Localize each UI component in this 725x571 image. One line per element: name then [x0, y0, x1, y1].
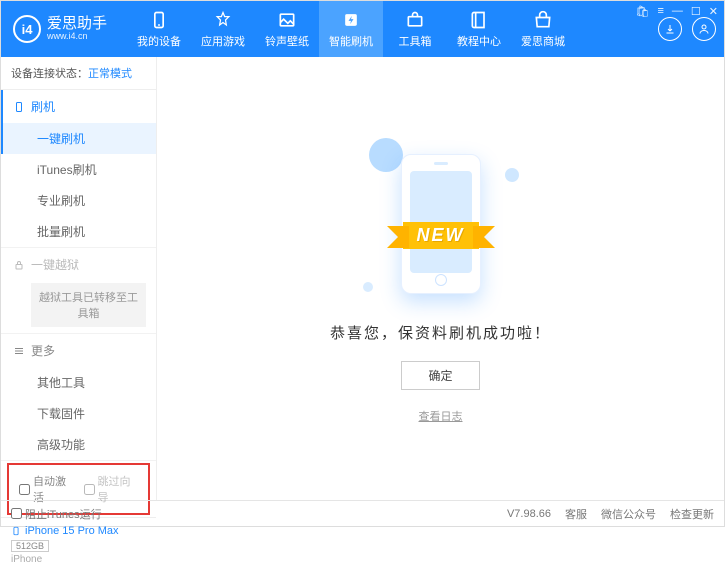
nav-apps[interactable]: 应用游戏 — [191, 1, 255, 57]
sidebar-item-one-click-flash[interactable]: 一键刷机 — [1, 123, 156, 154]
device-icon — [149, 10, 169, 30]
sidebar-item-download-firmware[interactable]: 下载固件 — [1, 398, 156, 429]
logo: i4 爱思助手 www.i4.cn — [13, 15, 107, 43]
footer-link-support[interactable]: 客服 — [565, 506, 587, 522]
sidebar-item-batch-flash[interactable]: 批量刷机 — [1, 216, 156, 247]
connection-status: 设备连接状态：正常模式 — [1, 57, 156, 90]
block-itunes-checkbox[interactable]: 阻止iTunes运行 — [11, 506, 102, 522]
sidebar: 设备连接状态：正常模式 刷机 一键刷机 iTunes刷机 专业刷机 批量刷机 一… — [1, 57, 157, 500]
flash-icon — [341, 10, 361, 30]
sidebar-item-advanced[interactable]: 高级功能 — [1, 429, 156, 460]
toolbox-icon — [405, 10, 425, 30]
section-more[interactable]: 更多 — [1, 334, 156, 367]
nav-flash[interactable]: 智能刷机 — [319, 1, 383, 57]
sidebar-item-itunes-flash[interactable]: iTunes刷机 — [1, 154, 156, 185]
skip-guide-checkbox[interactable]: 跳过向导 — [84, 473, 139, 505]
version-label: V7.98.66 — [507, 508, 551, 520]
book-icon — [469, 10, 489, 30]
device-type: iPhone — [11, 554, 146, 565]
close-icon[interactable]: ✕ — [709, 5, 718, 18]
menu-icon[interactable]: ≡ — [657, 5, 663, 18]
jailbreak-moved-notice[interactable]: 越狱工具已转移至工具箱 — [31, 283, 146, 327]
user-button[interactable] — [692, 17, 716, 41]
lock-icon — [13, 259, 25, 271]
logo-subtitle: www.i4.cn — [47, 32, 107, 42]
logo-icon: i4 — [13, 15, 41, 43]
apps-icon — [213, 10, 233, 30]
app-header: 🛍 ≡ — ☐ ✕ i4 爱思助手 www.i4.cn 我的设备 应用游戏 — [1, 1, 724, 57]
cart-icon[interactable]: 🛍 — [636, 5, 650, 18]
nav-ringtones[interactable]: 铃声壁纸 — [255, 1, 319, 57]
download-button[interactable] — [658, 17, 682, 41]
phone-icon — [13, 101, 25, 113]
device-name[interactable]: iPhone 15 Pro Max — [11, 524, 146, 538]
footer-link-update[interactable]: 检查更新 — [670, 506, 714, 522]
view-log-link[interactable]: 查看日志 — [419, 408, 463, 424]
logo-title: 爱思助手 — [47, 16, 107, 33]
maximize-icon[interactable]: ☐ — [691, 5, 701, 18]
minimize-icon[interactable]: — — [672, 5, 683, 18]
new-ribbon: NEW — [403, 222, 479, 249]
sidebar-item-pro-flash[interactable]: 专业刷机 — [1, 185, 156, 216]
nav-tutorials[interactable]: 教程中心 — [447, 1, 511, 57]
success-message: 恭喜您，保资料刷机成功啦！ — [330, 322, 551, 343]
device-icon — [11, 524, 21, 538]
window-controls: 🛍 ≡ — ☐ ✕ — [636, 5, 718, 18]
success-illustration: NEW — [361, 134, 521, 304]
nav-my-device[interactable]: 我的设备 — [127, 1, 191, 57]
ok-button[interactable]: 确定 — [401, 361, 479, 390]
main-content: NEW 恭喜您，保资料刷机成功啦！ 确定 查看日志 — [157, 57, 724, 500]
footer-link-wechat[interactable]: 微信公众号 — [601, 506, 656, 522]
section-flash[interactable]: 刷机 — [1, 90, 156, 123]
nav-toolbox[interactable]: 工具箱 — [383, 1, 447, 57]
menu-lines-icon — [13, 345, 25, 357]
section-jailbreak[interactable]: 一键越狱 — [1, 248, 156, 281]
nav-store[interactable]: 爱思商城 — [511, 1, 575, 57]
image-icon — [277, 10, 297, 30]
store-icon — [533, 10, 553, 30]
sidebar-item-other-tools[interactable]: 其他工具 — [1, 367, 156, 398]
storage-badge: 512GB — [11, 540, 49, 552]
main-nav: 我的设备 应用游戏 铃声壁纸 智能刷机 工具箱 教程中心 — [127, 1, 575, 57]
